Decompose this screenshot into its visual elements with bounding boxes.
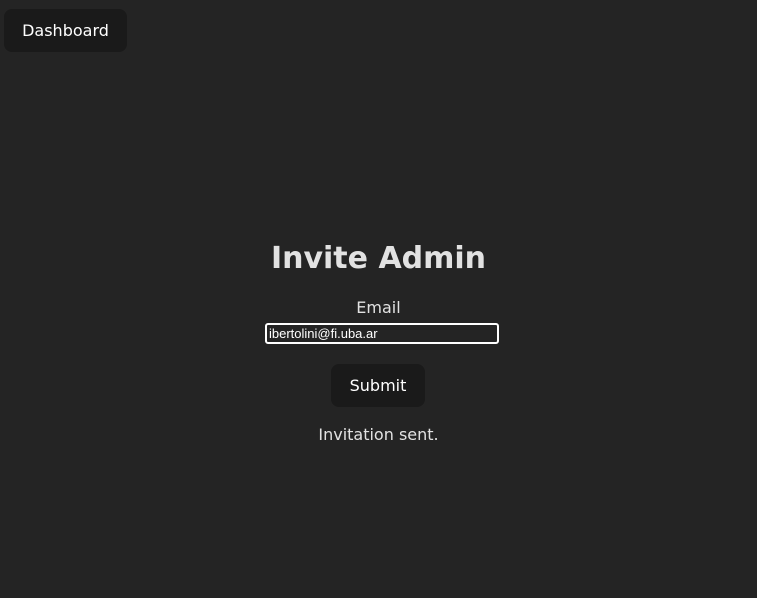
email-label: Email — [356, 298, 401, 317]
email-input[interactable] — [265, 323, 499, 344]
invite-admin-page: Dashboard Invite Admin Email Submit Invi… — [0, 0, 757, 598]
dashboard-button[interactable]: Dashboard — [4, 9, 127, 52]
status-message: Invitation sent. — [318, 425, 439, 444]
submit-button[interactable]: Submit — [331, 364, 425, 407]
page-title: Invite Admin — [270, 241, 487, 276]
